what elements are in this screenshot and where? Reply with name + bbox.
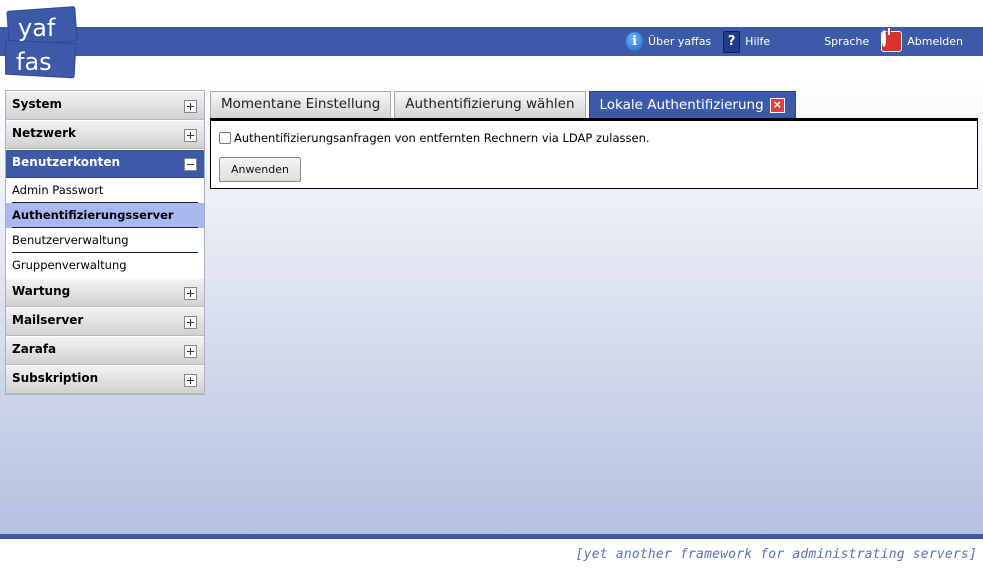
logout-link[interactable]: Abmelden — [881, 30, 963, 52]
sidebar-section-system[interactable]: System — [6, 91, 204, 120]
expand-icon[interactable] — [184, 316, 197, 329]
sidebar-section-zarafa[interactable]: Zarafa — [6, 336, 204, 365]
settings-panel: Authentifizierungsanfragen von entfernte… — [210, 121, 978, 189]
close-tab-icon[interactable]: × — [769, 97, 785, 113]
ldap-checkbox-label[interactable]: Authentifizierungsanfragen von entfernte… — [234, 131, 650, 145]
sidebar-section-netzwerk[interactable]: Netzwerk — [6, 120, 204, 149]
tab-label: Lokale Authentifizierung — [599, 96, 764, 113]
expand-icon[interactable] — [184, 129, 197, 142]
sidebar: System Netzwerk Benutzerkonten Admin Pas… — [5, 90, 205, 395]
sidebar-item-authentifizierungsserver[interactable]: Authentifizierungsserver — [6, 203, 204, 228]
tab-authentifizierung-waehlen[interactable]: Authentifizierung wählen — [394, 91, 586, 118]
expand-icon[interactable] — [184, 345, 197, 358]
language-link[interactable]: Sprache — [782, 31, 869, 53]
sidebar-section-wartung[interactable]: Wartung — [6, 278, 204, 307]
sidebar-item-gruppenverwaltung[interactable]: Gruppenverwaltung — [6, 253, 204, 278]
footer-line — [0, 534, 983, 539]
sidebar-section-subskription[interactable]: Subskription — [6, 365, 204, 394]
collapse-icon[interactable] — [184, 158, 197, 171]
tab-strip: Momentane Einstellung Authentifizierung … — [210, 91, 796, 118]
tab-label: Momentane Einstellung — [221, 96, 381, 112]
tab-momentane-einstellung[interactable]: Momentane Einstellung — [210, 91, 392, 118]
section-label: Benutzerkonten — [12, 155, 121, 169]
about-link[interactable]: i Über yaffas — [626, 32, 711, 51]
footer-tagline: [yet another framework for administratin… — [575, 547, 977, 562]
info-icon: i — [626, 32, 644, 51]
language-label: Sprache — [824, 35, 870, 48]
expand-icon[interactable] — [184, 374, 197, 387]
help-book-icon: ? — [723, 30, 741, 53]
top-navigation: i Über yaffas ? Hilfe Sprache Abmelden — [614, 27, 963, 56]
sidebar-item-label: Admin Passwort — [12, 183, 104, 197]
sidebar-item-admin-passwort[interactable]: Admin Passwort — [6, 178, 204, 203]
section-label: Netzwerk — [12, 126, 77, 140]
section-label: System — [12, 97, 62, 111]
help-label: Hilfe — [745, 35, 771, 48]
section-label: Zarafa — [12, 342, 57, 356]
ldap-checkbox[interactable] — [219, 132, 231, 144]
tab-lokale-authentifizierung[interactable]: Lokale Authentifizierung × — [588, 91, 796, 118]
tab-label: Authentifizierung wählen — [405, 96, 575, 112]
logout-label: Abmelden — [907, 35, 963, 48]
section-label: Subskription — [12, 371, 99, 385]
svg-text:yaf: yaf — [18, 14, 56, 42]
yaffas-logo[interactable]: yaf fas — [5, 6, 79, 79]
apply-button[interactable]: Anwenden — [219, 157, 301, 182]
sidebar-item-label: Benutzerverwaltung — [12, 233, 129, 247]
sidebar-item-label: Authentifizierungsserver — [12, 208, 174, 222]
power-icon — [881, 30, 903, 52]
ldap-checkbox-row: Authentifizierungsanfragen von entfernte… — [219, 131, 650, 145]
about-label: Über yaffas — [648, 35, 712, 48]
help-link[interactable]: ? Hilfe — [723, 30, 771, 53]
expand-icon[interactable] — [184, 287, 197, 300]
sidebar-item-benutzerverwaltung[interactable]: Benutzerverwaltung — [6, 228, 204, 253]
sidebar-section-mailserver[interactable]: Mailserver — [6, 307, 204, 336]
german-flag-icon — [782, 31, 819, 53]
section-label: Mailserver — [12, 313, 84, 327]
expand-icon[interactable] — [184, 100, 197, 113]
sidebar-section-benutzerkonten[interactable]: Benutzerkonten — [6, 149, 204, 178]
sidebar-item-label: Gruppenverwaltung — [12, 258, 127, 272]
section-label: Wartung — [12, 284, 71, 298]
svg-text:fas: fas — [16, 48, 52, 76]
